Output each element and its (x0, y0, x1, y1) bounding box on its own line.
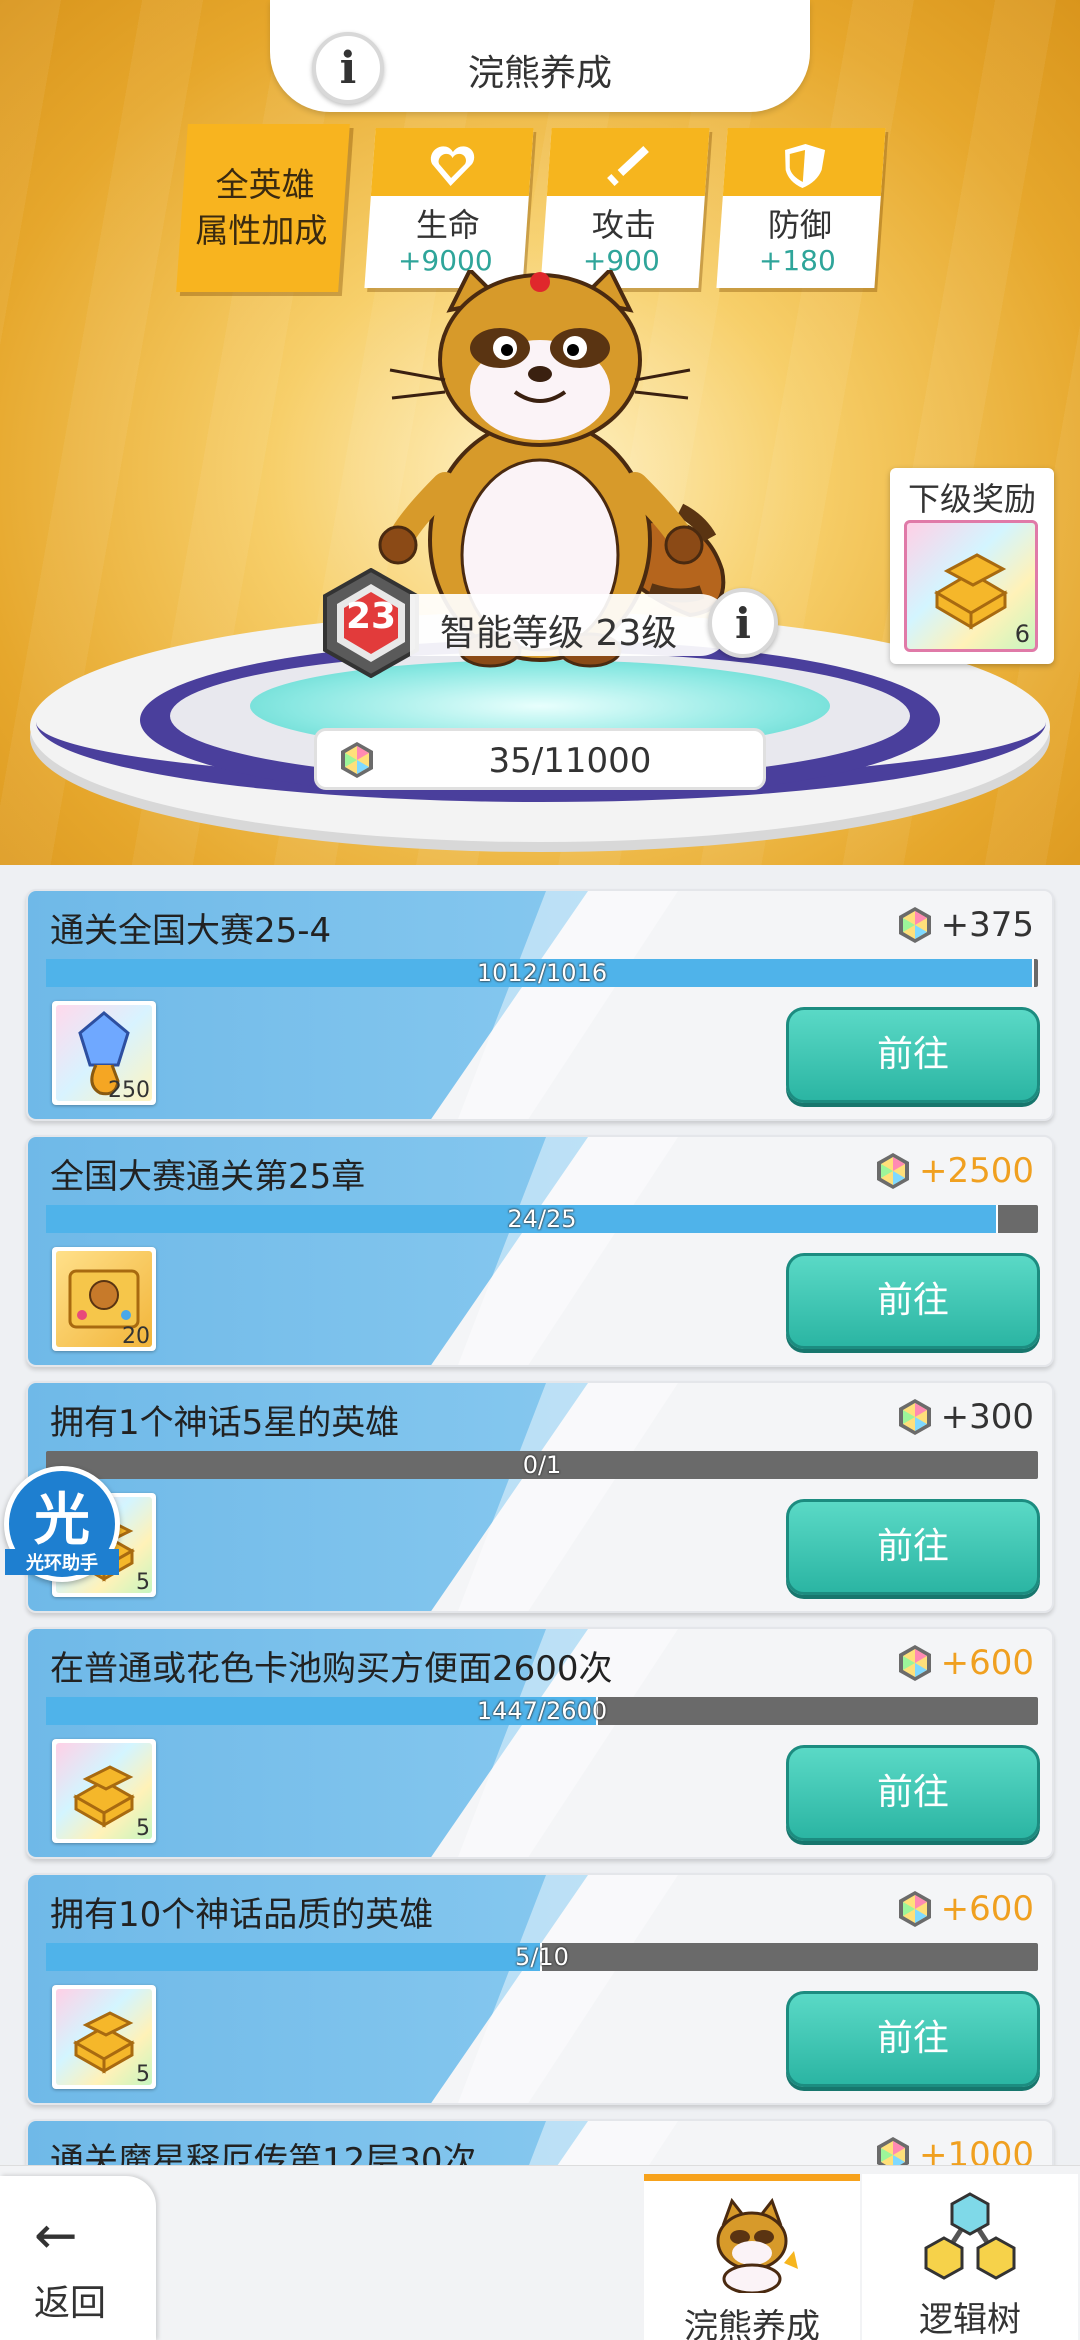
next-level-reward[interactable]: 下级奖励 6 (890, 468, 1054, 664)
stat-value: +180 (758, 244, 836, 277)
task-reward-value: +1000 (918, 2135, 1034, 2165)
go-button[interactable]: 前往 (786, 1253, 1040, 1349)
task-name: 拥有10个神话品质的英雄 (50, 1895, 434, 1935)
item-count: 20 (122, 1324, 150, 1349)
task-name: 拥有1个神话5星的英雄 (50, 1403, 400, 1443)
back-label: 返回 (34, 2283, 107, 2324)
stat-name: 攻击 (591, 206, 656, 244)
next-reward-label: 下级奖励 (907, 480, 1036, 518)
reward-item[interactable]: 5 (52, 1739, 156, 1843)
task-card: 通关全国大赛25-4 +375 1012/1016 250 前往 (26, 889, 1054, 1121)
progress-text: 24/25 (507, 1205, 577, 1233)
heart-icon (424, 140, 480, 192)
task-progress-bar: 1447/2600 (46, 1697, 1038, 1725)
gem-icon (876, 1153, 909, 1189)
task-name: 在普通或花色卡池购买方便面2600次 (50, 1649, 613, 1689)
exp-counter: 35/11000 (314, 728, 766, 790)
tab-label: 浣熊养成 (684, 2307, 820, 2340)
assistant-glyph: 光 (34, 1488, 90, 1553)
hero-panel: 浣熊养成 i 全英雄 属性加成 生命 +9000 攻击 +900 防御 +180 (0, 0, 1080, 865)
gem-icon (898, 1645, 931, 1681)
all-heroes-label-1: 全英雄 (215, 165, 315, 204)
task-card: 全国大赛通关第25章 +2500 24/25 20 前往 (26, 1135, 1054, 1367)
progress-text: 1447/2600 (476, 1697, 608, 1725)
task-name: 通关全国大赛25-4 (50, 911, 332, 951)
reward-item[interactable]: 20 (52, 1247, 156, 1351)
task-reward: +2500 (873, 1151, 1034, 1191)
go-button[interactable]: 前往 (786, 1745, 1040, 1841)
task-reward: +375 (895, 905, 1034, 945)
go-button[interactable]: 前往 (786, 1499, 1040, 1595)
sword-icon (600, 140, 656, 192)
task-card: 拥有1个神话5星的英雄 +300 0/1 5 前往 (26, 1381, 1054, 1613)
level-number: 23 (345, 596, 397, 637)
progress-text: 0/1 (522, 1451, 562, 1479)
tab-logic-tree[interactable]: 逻辑树 (862, 2174, 1078, 2340)
raccoon-icon (716, 2197, 798, 2293)
progress-text: 5/10 (515, 1943, 569, 1971)
task-reward-value: +600 (940, 1889, 1034, 1929)
stat-name: 生命 (415, 206, 480, 244)
level-label: 智能等级 23级 (440, 613, 678, 654)
task-name: 全国大赛通关第25章 (50, 1157, 366, 1197)
bottom-bar: ← 返回 浣熊养成 逻辑树 (0, 2165, 1080, 2340)
gem-icon (898, 907, 931, 943)
task-reward: +1000 (873, 2135, 1034, 2165)
item-count: 250 (108, 1078, 150, 1103)
progress-text: 1012/1016 (476, 959, 608, 987)
task-reward-value: +600 (940, 1643, 1034, 1683)
task-reward-value: +300 (940, 1397, 1034, 1437)
go-button[interactable]: 前往 (786, 1007, 1040, 1103)
exp-text: 35/11000 (488, 741, 652, 781)
task-reward: +600 (895, 1889, 1034, 1929)
stat-card-defense: 防御 +180 (716, 128, 886, 288)
stat-card-attack: 攻击 +900 (540, 128, 710, 288)
gem-icon (876, 2137, 909, 2165)
shield-icon (776, 140, 832, 192)
next-reward-count: 6 (1014, 620, 1030, 648)
task-card: 在普通或花色卡池购买方便面2600次 +600 1447/2600 5 前往 (26, 1627, 1054, 1859)
task-progress-bar: 0/1 (46, 1451, 1038, 1479)
task-card: 拥有10个神话品质的英雄 +600 5/10 5 前往 (26, 1873, 1054, 2105)
assistant-float-button[interactable]: 光 光环助手 (4, 1466, 120, 1582)
task-list[interactable]: 通关全国大赛25-4 +375 1012/1016 250 前往 全国大赛通关第… (0, 865, 1080, 2165)
all-heroes-bonus-badge: 全英雄 属性加成 (176, 124, 350, 292)
logic-tree-icon (924, 2192, 1016, 2280)
item-count: 5 (136, 1570, 150, 1595)
info-icon[interactable]: i (312, 32, 384, 104)
assistant-label: 光环助手 (5, 1549, 119, 1575)
level-info-icon[interactable]: i (708, 588, 778, 658)
stat-name: 防御 (767, 206, 832, 244)
back-button[interactable]: ← 返回 (0, 2176, 156, 2340)
item-count: 5 (136, 2062, 150, 2087)
task-reward-value: +375 (940, 905, 1034, 945)
gem-icon (341, 742, 373, 778)
task-progress-bar: 5/10 (46, 1943, 1038, 1971)
task-progress-bar: 24/25 (46, 1205, 1038, 1233)
back-arrow-icon: ← (34, 2206, 78, 2266)
reward-item[interactable]: 250 (52, 1001, 156, 1105)
task-reward: +600 (895, 1643, 1034, 1683)
task-reward: +300 (895, 1397, 1034, 1437)
task-reward-value: +2500 (918, 1151, 1034, 1191)
stat-card-hp: 生命 +9000 (364, 128, 534, 288)
item-count: 5 (136, 1816, 150, 1841)
go-button[interactable]: 前往 (786, 1991, 1040, 2087)
task-card: 通关魔星释厄传第12层30次 +1000 (26, 2119, 1054, 2165)
tab-raccoon-training[interactable]: 浣熊养成 (644, 2174, 860, 2340)
reward-item[interactable]: 5 (52, 1985, 156, 2089)
gem-icon (898, 1399, 931, 1435)
tab-label: 逻辑树 (919, 2300, 1021, 2340)
gem-icon (898, 1891, 931, 1927)
all-heroes-label-2: 属性加成 (195, 211, 328, 250)
task-progress-bar: 1012/1016 (46, 959, 1038, 987)
task-name: 通关魔星释厄传第12层30次 (50, 2141, 477, 2165)
